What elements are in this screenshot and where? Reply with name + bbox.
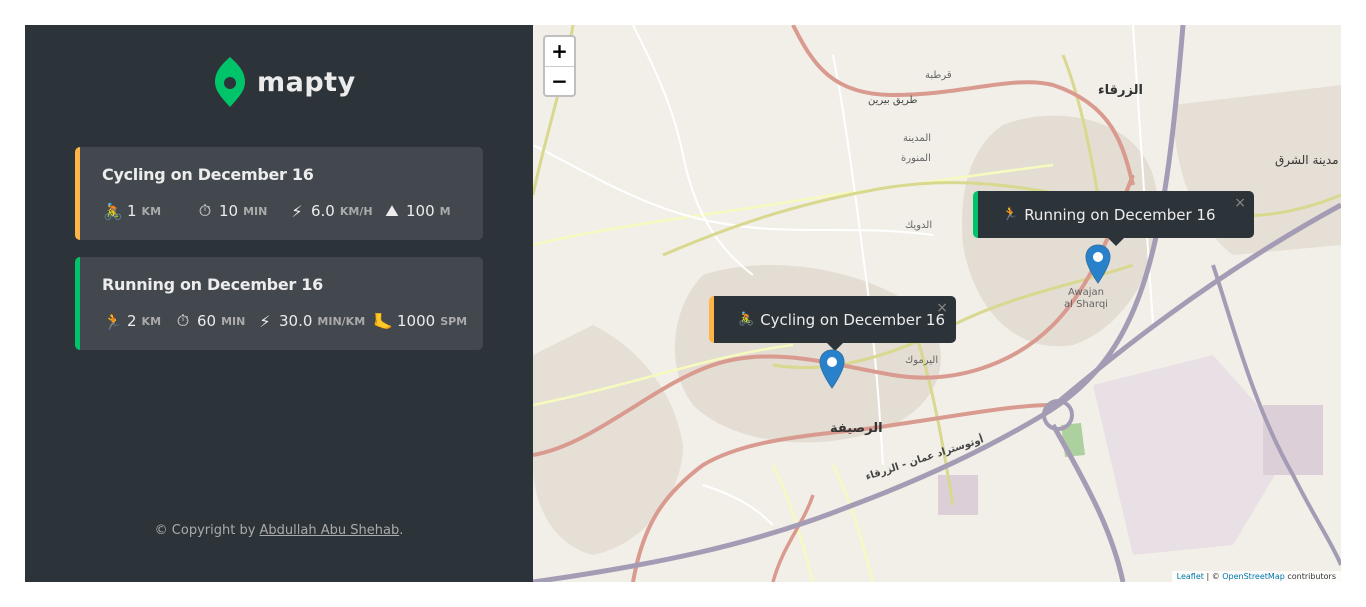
detail-unit: min <box>243 204 268 218</box>
detail-value: 1000 <box>397 312 436 330</box>
logo-text: mapty <box>257 66 356 98</box>
bicycle-icon: 🚴 <box>103 201 123 221</box>
workout-details: 🏃 2 km ⏱ 60 min ⚡ 30.0 min/km 🦶 1000 <box>102 310 467 332</box>
workout-detail-distance: 🏃 2 km <box>102 310 172 332</box>
detail-unit: min <box>221 314 246 328</box>
detail-value: 6.0 <box>311 202 335 220</box>
detail-unit: min/km <box>317 314 366 328</box>
marker-cycling-icon[interactable] <box>819 349 845 389</box>
author-link[interactable]: Abdullah Abu Shehab <box>260 523 400 538</box>
popup-text: Cycling on December 16 <box>760 310 946 329</box>
logo: mapty <box>213 55 356 109</box>
workout-detail-cadence: 🦶 1000 spm <box>372 310 467 332</box>
stopwatch-icon: ⏱ <box>176 311 190 330</box>
popup-running[interactable]: 🏃 Running on December 16 × <box>973 191 1254 246</box>
zoom-in-button[interactable]: + <box>545 37 574 66</box>
map-label: اليرموك <box>905 355 939 366</box>
workout-item-cycling[interactable]: Cycling on December 16 🚴 1 km ⏱ 10 min ⚡… <box>75 147 483 240</box>
popup-text: Running on December 16 <box>1024 205 1216 224</box>
workout-detail-speed: ⚡ 6.0 km/h <box>286 200 381 222</box>
map-label: الزرقاء <box>1098 83 1143 98</box>
workout-detail-duration: ⏱ 10 min <box>194 200 286 222</box>
zoom-control: + − <box>543 35 576 97</box>
close-icon[interactable]: × <box>936 300 948 316</box>
map-label: قرطبة <box>925 70 952 81</box>
workout-detail-distance: 🚴 1 km <box>102 200 194 222</box>
mountain-icon: ⛰ <box>385 201 399 220</box>
detail-unit: km <box>141 314 162 328</box>
workout-details: 🚴 1 km ⏱ 10 min ⚡ 6.0 km/h ⛰ 100 m <box>102 200 451 222</box>
map-label: طريق بيرين <box>868 95 918 106</box>
workout-title: Cycling on December 16 <box>102 165 314 184</box>
detail-value: 10 <box>219 202 239 220</box>
detail-unit: km/h <box>339 204 373 218</box>
map[interactable]: الزرقاء الرصيفة Awajan al Sharqi مدينة ا… <box>533 25 1341 582</box>
map-pin-logo-icon <box>215 57 245 107</box>
bicycle-icon: 🚴 <box>738 312 755 327</box>
map-label: المنورة <box>901 153 931 164</box>
map-attribution: Leaflet | © OpenStreetMap contributors <box>1171 571 1341 582</box>
map-label: الرصيفة <box>830 421 883 436</box>
sidebar: mapty Cycling on December 16 🚴 1 km ⏱ 10… <box>25 25 533 582</box>
detail-value: 2 <box>127 312 137 330</box>
detail-value: 100 <box>406 202 435 220</box>
detail-value: 30.0 <box>279 312 313 330</box>
zoom-out-button[interactable]: − <box>545 66 574 95</box>
marker-running-icon[interactable] <box>1085 244 1111 284</box>
map-label: al Sharqi <box>1064 299 1108 310</box>
osm-link[interactable]: OpenStreetMap <box>1222 572 1285 581</box>
detail-value: 60 <box>197 312 217 330</box>
workout-detail-pace: ⚡ 30.0 min/km <box>254 310 372 332</box>
lightning-icon: ⚡ <box>259 311 271 331</box>
copyright-prefix: © Copyright by <box>154 523 260 538</box>
app-container: mapty Cycling on December 16 🚴 1 km ⏱ 10… <box>25 25 1341 582</box>
runner-icon: 🏃 <box>1002 207 1019 222</box>
leaflet-link[interactable]: Leaflet <box>1177 572 1204 581</box>
close-icon[interactable]: × <box>1234 195 1246 211</box>
attribution-suffix: contributors <box>1284 572 1336 581</box>
map-label: المدينة <box>903 133 932 144</box>
workout-detail-duration: ⏱ 60 min <box>172 310 254 332</box>
foot-icon: 🦶 <box>373 311 393 331</box>
workout-detail-elevation: ⛰ 100 m <box>381 200 451 222</box>
stopwatch-icon: ⏱ <box>198 201 212 220</box>
map-label: الدويك <box>905 220 933 231</box>
detail-unit: km <box>141 204 162 218</box>
workout-title: Running on December 16 <box>102 275 323 294</box>
detail-unit: m <box>439 204 451 218</box>
detail-unit: spm <box>440 314 468 328</box>
popup-cycling[interactable]: 🚴 Cycling on December 16 × <box>709 296 956 351</box>
map-label: مدينة الشرق <box>1275 153 1339 167</box>
lightning-icon: ⚡ <box>291 201 303 221</box>
attribution-sep: | © <box>1203 572 1223 581</box>
copyright: © Copyright by Abdullah Abu Shehab. <box>25 523 533 538</box>
copyright-suffix: . <box>399 523 404 538</box>
workout-item-running[interactable]: Running on December 16 🏃 2 km ⏱ 60 min ⚡… <box>75 257 483 350</box>
map-label: Awajan <box>1068 287 1104 298</box>
detail-value: 1 <box>127 202 137 220</box>
runner-icon: 🏃 <box>103 311 123 331</box>
